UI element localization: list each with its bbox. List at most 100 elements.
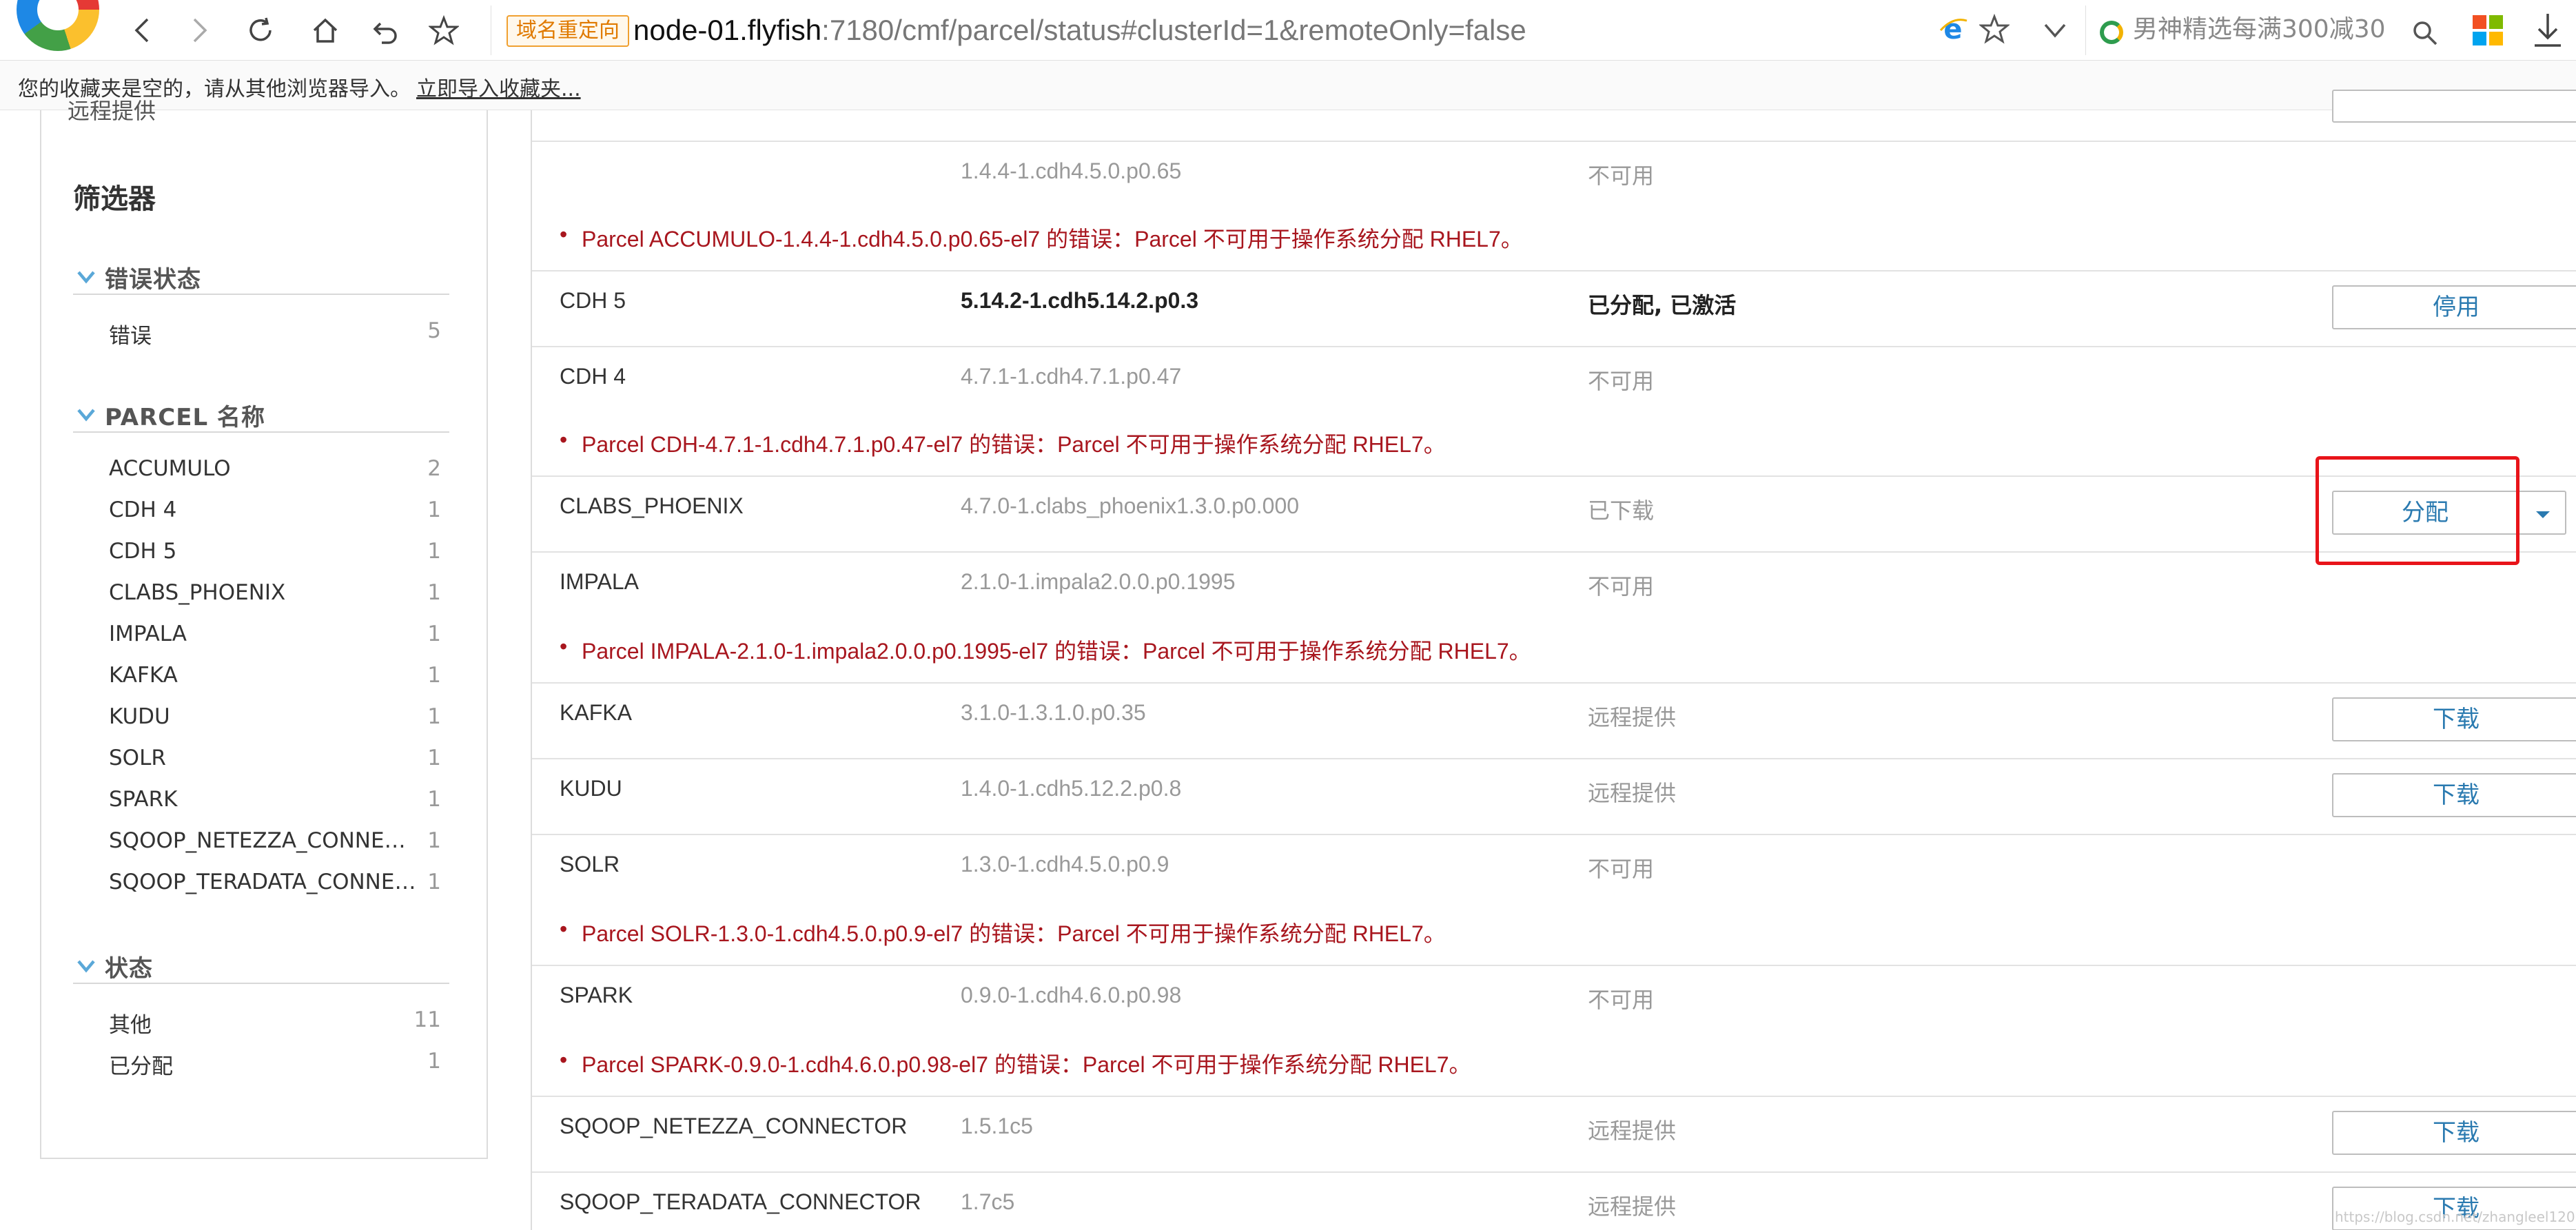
distribute-button[interactable]: 分配: [2332, 491, 2518, 535]
address-bar[interactable]: 域名重定向 node-01.flyfish:7180/cmf/parcel/st…: [491, 6, 2049, 55]
parcel-version: 2.1.0-1.impala2.0.0.p0.1995: [961, 569, 1236, 594]
parcel-state: 不可用: [1588, 987, 1655, 1013]
table-row: SQOOP_NETEZZA_CONNECTOR 1.5.1c5 远程提供 下载: [532, 1097, 2576, 1173]
parcel-error-message: Parcel SOLR-1.3.0-1.cdh4.5.0.p0.9-el7 的错…: [560, 916, 1446, 948]
parcel-name: KAFKA: [560, 700, 632, 725]
reload-icon[interactable]: [238, 8, 283, 52]
parcel-state: 已分配, 已激活: [1588, 292, 1737, 318]
parcel-name: CDH 5: [560, 288, 626, 313]
svg-text:e: e: [1943, 14, 1962, 44]
parcel-name: SPARK: [560, 983, 633, 1007]
bookmarks-bar: 您的收藏夹是空的，请从其他浏览器导入。 立即导入收藏夹...: [0, 61, 2576, 110]
filter-item-parcel[interactable]: CLABS_PHOENIX 1: [109, 576, 441, 612]
parcel-version: 4.7.1-1.cdh4.7.1.p0.47: [961, 364, 1182, 389]
url-text[interactable]: node-01.flyfish:7180/cmf/parcel/status#c…: [633, 11, 1526, 50]
parcel-state: 远程提供: [1588, 1193, 1677, 1220]
filter-item-parcel[interactable]: SQOOP_TERADATA_CONNECTOR1: [109, 865, 441, 901]
ie-compat-icon[interactable]: e: [1938, 14, 1968, 44]
parcel-name: SQOOP_TERADATA_CONNECTOR: [560, 1189, 921, 1214]
table-row: 1.4.4-1.cdh4.5.0.p0.65 不可用 Parcel ACCUMU…: [532, 142, 2576, 271]
parcel-state: 远程提供: [1588, 1118, 1677, 1144]
search-engine-icon: [2100, 21, 2123, 44]
bookmark-star-icon[interactable]: [1979, 14, 2010, 44]
filter-group-error-state[interactable]: 错误状态: [73, 256, 449, 295]
table-row: CDH 4 4.7.1-1.cdh4.7.1.p0.47 不可用 Parcel …: [532, 347, 2576, 477]
table-row: KAFKA 3.1.0-1.3.1.0.p0.35 远程提供 下载: [532, 684, 2576, 759]
parcel-state: 远程提供: [1588, 780, 1677, 806]
filter-item-parcel[interactable]: CDH 41: [109, 493, 441, 529]
caret-down-icon[interactable]: [2519, 491, 2566, 535]
search-icon[interactable]: [2411, 19, 2439, 47]
filter-group-parcel-name[interactable]: PARCEL 名称: [73, 394, 449, 433]
filter-item-parcel[interactable]: SQOOP_NETEZZA_CONNECTOR 1: [109, 824, 441, 860]
parcel-state: 不可用: [1588, 368, 1655, 394]
table-row: SQOOP_TERADATA_CONNECTOR 1.7c5 远程提供 下载: [532, 1173, 2576, 1230]
download-icon[interactable]: [2531, 11, 2565, 50]
filter-item-parcel[interactable]: IMPALA 1: [109, 617, 441, 653]
browser-toolbar: 域名重定向 node-01.flyfish:7180/cmf/parcel/st…: [0, 0, 2576, 61]
parcel-state: 远程提供: [1588, 704, 1677, 730]
table-row: KUDU 1.4.0-1.cdh5.12.2.p0.8 远程提供 下载: [532, 759, 2576, 835]
parcel-state: 不可用: [1588, 856, 1655, 882]
download-button[interactable]: 下载: [2332, 1111, 2576, 1155]
cut-off-action-button[interactable]: [2332, 90, 2576, 123]
parcel-error-message: Parcel ACCUMULO-1.4.4-1.cdh4.5.0.p0.65-e…: [560, 222, 1523, 254]
parcel-version: 4.7.0-1.clabs_phoenix1.3.0.p0.000: [961, 493, 1300, 518]
parcel-version: 1.7c5: [961, 1189, 1015, 1214]
filter-item-parcel[interactable]: KAFKA 1: [109, 659, 441, 695]
parcel-state: 不可用: [1588, 163, 1655, 189]
deactivate-button[interactable]: 停用: [2332, 285, 2576, 329]
filter-item-status[interactable]: 已分配 1: [109, 1045, 441, 1080]
table-row: [532, 90, 2576, 142]
filter-item-parcel[interactable]: ACCUMULO 2: [109, 452, 441, 488]
filter-item-parcel[interactable]: CDH 51: [109, 535, 441, 571]
search-suggestion: 男神精选每满300减30: [2133, 15, 2386, 43]
parcel-version: 1.3.0-1.cdh4.5.0.p0.9: [961, 852, 1169, 877]
filter-item-error[interactable]: 错误 5: [109, 314, 441, 350]
parcel-name: SQOOP_NETEZZA_CONNECTOR: [560, 1114, 908, 1138]
watermark: https://blog.csdn.net/zhangleel120: [2335, 1209, 2575, 1225]
filter-item-status[interactable]: 其他 11: [109, 1003, 441, 1039]
filter-item-cut-off[interactable]: 远程提供: [68, 94, 156, 125]
parcel-table: 1.4.4-1.cdh4.5.0.p0.65 不可用 Parcel ACCUMU…: [531, 90, 2576, 1230]
filter-item-parcel[interactable]: SOLR 1: [109, 741, 441, 777]
parcel-version: 0.9.0-1.cdh4.6.0.p0.98: [961, 983, 1182, 1007]
parcel-name: CDH 4: [560, 364, 626, 389]
forward-icon[interactable]: [176, 8, 221, 52]
browser-logo-icon: [17, 0, 99, 51]
home-icon[interactable]: [303, 8, 347, 52]
chevron-down-icon[interactable]: [2040, 15, 2070, 45]
download-button[interactable]: 下载: [2332, 697, 2576, 741]
redirect-badge: 域名重定向: [507, 15, 629, 47]
undo-icon[interactable]: [364, 8, 408, 52]
filter-item-parcel[interactable]: SPARK 1: [109, 783, 441, 819]
parcel-version: 1.4.4-1.cdh4.5.0.p0.65: [961, 158, 1182, 183]
parcel-version: 5.14.2-1.cdh5.14.2.p0.3: [961, 288, 1199, 313]
chevron-down-icon: [77, 409, 95, 422]
table-row: SPARK 0.9.0-1.cdh4.6.0.p0.98 不可用 Parcel …: [532, 966, 2576, 1097]
apps-grid-icon[interactable]: [2473, 15, 2503, 45]
parcel-version: 1.4.0-1.cdh5.12.2.p0.8: [961, 776, 1182, 801]
parcel-error-message: Parcel CDH-4.7.1-1.cdh4.7.1.p0.47-el7 的错…: [560, 427, 1446, 459]
chevron-down-icon: [77, 960, 95, 973]
parcel-name: KUDU: [560, 776, 622, 801]
table-row: IMPALA 2.1.0-1.impala2.0.0.p0.1995 不可用 P…: [532, 553, 2576, 684]
parcel-name: IMPALA: [560, 569, 639, 594]
table-row: CLABS_PHOENIX 4.7.0-1.clabs_phoenix1.3.0…: [532, 477, 2576, 553]
favorite-star-icon[interactable]: [422, 8, 466, 52]
filter-panel-title: 筛选器: [73, 183, 156, 215]
download-button[interactable]: 下载: [2332, 773, 2576, 817]
search-box[interactable]: 男神精选每满300减30: [2085, 6, 2444, 55]
chevron-down-icon: [77, 271, 95, 284]
filter-item-parcel[interactable]: KUDU 1: [109, 700, 441, 736]
table-row: SOLR 1.3.0-1.cdh4.5.0.p0.9 不可用 Parcel SO…: [532, 835, 2576, 966]
table-row: CDH 5 5.14.2-1.cdh5.14.2.p0.3 已分配, 已激活 停…: [532, 271, 2576, 347]
filter-group-status[interactable]: 状态: [73, 945, 449, 984]
parcel-version: 1.5.1c5: [961, 1114, 1033, 1138]
import-bookmarks-link[interactable]: 立即导入收藏夹...: [416, 72, 581, 102]
parcel-name: SOLR: [560, 852, 620, 877]
back-icon[interactable]: [121, 8, 165, 52]
parcel-error-message: Parcel IMPALA-2.1.0-1.impala2.0.0.p0.199…: [560, 634, 1531, 666]
parcel-state: 不可用: [1588, 573, 1655, 599]
parcel-version: 3.1.0-1.3.1.0.p0.35: [961, 700, 1146, 725]
